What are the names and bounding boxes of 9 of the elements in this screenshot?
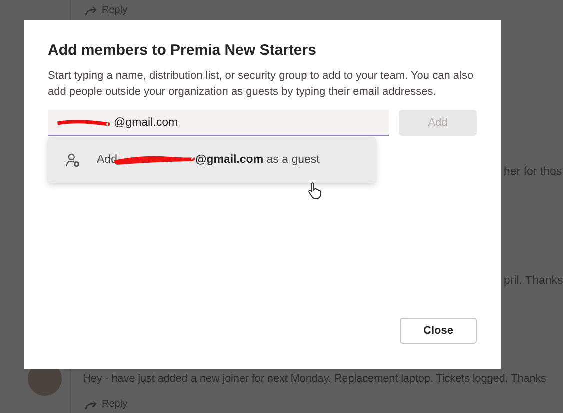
add-person-icon — [66, 152, 81, 168]
hand-cursor-icon — [308, 182, 322, 200]
dialog-title: Add members to Premia New Starters — [48, 42, 318, 59]
redaction-scribble — [56, 119, 110, 128]
reply-icon — [85, 6, 97, 16]
reply-icon — [85, 400, 97, 410]
input-field[interactable]: @gmail.com — [48, 110, 389, 136]
close-button[interactable]: Close — [400, 318, 477, 344]
dialog-description: Start typing a name, distribution list, or security group to add to your team. You can also add people outside your organization as guests by typing their email addresses. — [48, 69, 475, 100]
